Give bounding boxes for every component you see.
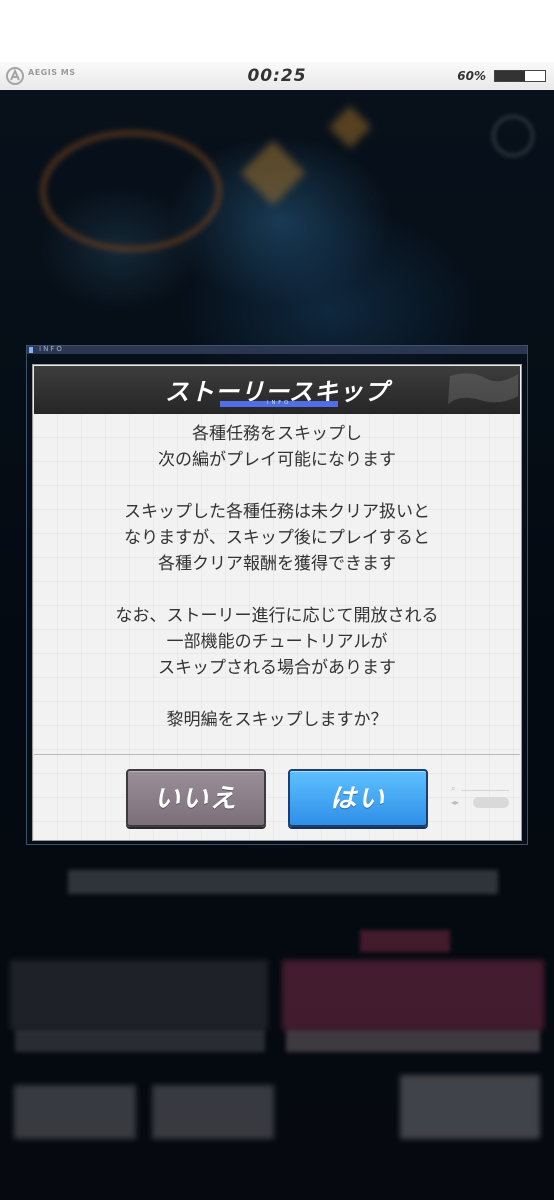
- message-question: 黎明編をスキップしますか？: [33, 707, 521, 733]
- message-line: なりますが、スキップ後にプレイすると: [124, 528, 430, 548]
- battery-icon: [494, 70, 546, 82]
- message-paragraph: なお、ストーリー進行に応じて開放される 一部機能のチュートリアルが スキップされ…: [33, 603, 521, 681]
- dialog-message: 各種任務をスキップし 次の編がプレイ可能になります スキップした各種任務は未クリ…: [33, 421, 521, 733]
- background-search-widget: ⌕ ◂▸: [451, 784, 511, 814]
- title-sub-label: INFO: [266, 400, 292, 406]
- message-line: 黎明編をスキップしますか？: [166, 710, 388, 730]
- battery-level: [495, 71, 525, 81]
- message-line: 各種クリア報酬を獲得できます: [158, 554, 396, 574]
- message-line: 次の編がプレイ可能になります: [158, 450, 396, 470]
- message-line: スキップされる場合があります: [158, 658, 396, 678]
- info-panel-bar: INFO: [27, 345, 527, 354]
- game-hud: AEGIS MS 00:25 60%: [0, 62, 554, 91]
- info-label: INFO: [39, 345, 64, 353]
- yes-button[interactable]: はい: [288, 769, 428, 827]
- message-line: なお、ストーリー進行に応じて開放される: [115, 606, 439, 626]
- search-icon: ⌕: [451, 784, 456, 793]
- message-line: スキップした各種任務は未クリア扱いと: [124, 502, 430, 522]
- search-line: [461, 790, 509, 791]
- story-skip-dialog: ストーリースキップ INFO 各種任務をスキップし 次の編がプレイ可能になります…: [32, 364, 522, 841]
- arrows-icon: ◂▸: [451, 798, 460, 807]
- info-bar-marker: [29, 347, 33, 353]
- no-button[interactable]: いいえ: [126, 769, 266, 827]
- dialog-divider: [34, 754, 520, 755]
- toggle-pill: [473, 797, 509, 808]
- message-line: 各種任務をスキップし: [192, 424, 362, 444]
- status-bar-area: [0, 0, 554, 62]
- message-paragraph: スキップした各種任務は未クリア扱いと なりますが、スキップ後にプレイすると 各種…: [33, 499, 521, 577]
- message-line: 一部機能のチュートリアルが: [166, 632, 388, 652]
- dialog-header: ストーリースキップ INFO: [34, 366, 520, 414]
- battery-percentage: 60%: [457, 69, 486, 83]
- message-paragraph: 各種任務をスキップし 次の編がプレイ可能になります: [33, 421, 521, 473]
